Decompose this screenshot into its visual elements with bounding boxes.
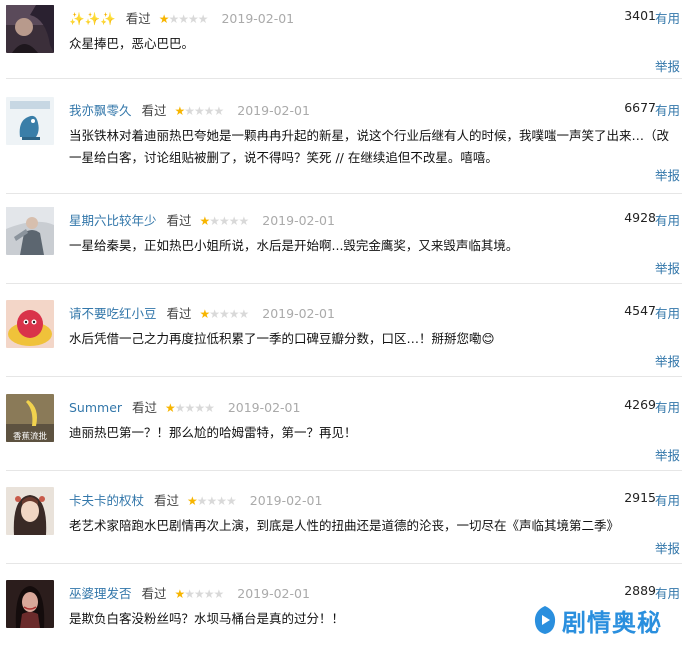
costume-figure-avatar [6, 207, 54, 255]
useful-count: 4547 [624, 303, 656, 318]
star-empty-icon: ★★★★ [209, 214, 249, 228]
illustrated-girl-avatar [6, 487, 54, 535]
star-filled-icon: ★ [174, 104, 186, 118]
rating-stars: ★★★★★ [165, 401, 215, 415]
username-link[interactable]: ✨✨✨ [69, 11, 116, 26]
star-filled-icon: ★ [199, 214, 211, 228]
report-button[interactable]: 举报 [655, 56, 680, 75]
report-button[interactable]: 举报 [655, 445, 680, 464]
review-date: 2019-02-01 [262, 306, 335, 321]
rating-stars: ★★★★★ [199, 214, 250, 228]
banana-photo-avatar: 香蕉流批 [6, 394, 54, 442]
username-link[interactable]: 请不要吃红小豆 [69, 306, 157, 321]
rating-stars: ★★★★★ [174, 104, 225, 118]
avatar-caption: 香蕉流批 [13, 431, 48, 442]
user-avatar[interactable] [6, 300, 54, 348]
watched-label: 看过 [166, 306, 192, 321]
rating-stars: ★★★★★ [158, 12, 209, 26]
divider [6, 470, 682, 471]
star-empty-icon: ★★★★ [168, 12, 208, 26]
user-avatar[interactable] [6, 487, 54, 535]
rating-stars: ★★★★★ [174, 587, 225, 601]
watched-label: 看过 [132, 400, 158, 415]
watched-label: 看过 [166, 213, 192, 228]
useful-count: 4269 [624, 397, 656, 412]
woman-portrait-avatar [6, 580, 54, 628]
review-date: 2019-02-01 [262, 213, 335, 228]
useful-button[interactable]: 有用 [655, 397, 680, 416]
star-empty-icon: ★★★★ [184, 587, 224, 601]
play-logo-icon [534, 606, 556, 634]
star-filled-icon: ★ [199, 307, 211, 321]
red-bean-cartoon-avatar [6, 300, 54, 348]
review-item: 请不要吃红小豆 看过 ★★★★★ 2019-02-01 4547 有用 水后凭借… [0, 295, 688, 371]
username-link[interactable]: 我亦飘零久 [69, 103, 132, 118]
useful-count: 2915 [624, 490, 656, 505]
star-filled-icon: ★ [158, 12, 170, 26]
useful-button[interactable]: 有用 [655, 490, 680, 509]
watched-label: 看过 [125, 11, 151, 26]
divider [6, 78, 682, 79]
user-avatar[interactable] [6, 97, 54, 145]
username-link[interactable]: 卡夫卡的权杖 [69, 493, 144, 508]
dark-portrait-avatar [6, 5, 54, 53]
rating-stars: ★★★★★ [187, 494, 237, 508]
divider [6, 563, 682, 564]
star-filled-icon: ★ [187, 494, 198, 508]
review-item: 星期六比较年少 看过 ★★★★★ 2019-02-01 4928 有用 一星给秦… [0, 202, 688, 278]
review-item: 我亦飘零久 看过 ★★★★★ 2019-02-01 6677 有用 当张铁林对着… [0, 92, 688, 188]
cartoon-dinosaur-avatar [6, 97, 54, 145]
review-date: 2019-02-01 [237, 586, 310, 601]
comment-text: 一星给秦昊，正如热巴小姐所说，水后是开始啊...毁完金鹰奖，又来毁声临其境。 [69, 238, 519, 253]
report-button[interactable]: 举报 [655, 165, 680, 184]
star-empty-icon: ★★★★ [196, 494, 237, 508]
divider [6, 193, 682, 194]
watermark: 剧情奥秘 [532, 603, 662, 637]
user-avatar[interactable] [6, 5, 54, 53]
review-item: 卡夫卡的权杖 看过 ★★★★★ 2019-02-01 2915 有用 老艺术家陪… [0, 482, 688, 558]
review-date: 2019-02-01 [227, 400, 301, 415]
report-button[interactable]: 举报 [655, 258, 680, 277]
useful-button[interactable]: 有用 [655, 583, 680, 602]
watched-label: 看过 [154, 493, 180, 508]
useful-count: 6677 [624, 100, 656, 115]
username-link[interactable]: Summer [69, 400, 122, 415]
useful-button[interactable]: 有用 [655, 100, 680, 119]
review-item: ✨✨✨ 看过 ★★★★★ 2019-02-01 3401 有用 众星捧巴，恶心巴… [0, 0, 688, 78]
username-link[interactable]: 星期六比较年少 [69, 213, 157, 228]
review-date: 2019-02-01 [221, 11, 295, 26]
comment-text: 迪丽热巴第一？！那么尬的哈姆雷特，第一？再见！ [69, 425, 357, 440]
star-empty-icon: ★★★★ [209, 307, 249, 321]
watched-label: 看过 [141, 103, 167, 118]
useful-button[interactable]: 有用 [655, 210, 680, 229]
star-filled-icon: ★ [174, 587, 186, 601]
review-date: 2019-02-01 [237, 103, 310, 118]
star-empty-icon: ★★★★ [174, 401, 215, 415]
user-avatar[interactable]: 香蕉流批 [6, 394, 54, 442]
comment-text: 水后凭借一己之力再度拉低积累了一季的口碑豆瓣分数，口区…！掰掰您嘞😊 [69, 331, 495, 346]
useful-count: 4928 [624, 210, 656, 225]
divider [6, 376, 682, 377]
rating-stars: ★★★★★ [199, 307, 250, 321]
comment-text: 当张铁林对着迪丽热巴夸她是一颗冉冉升起的新星，说这个行业后继有人的时候，我噗嗤一… [69, 128, 670, 165]
username-link[interactable]: 巫婆理发否 [69, 586, 132, 601]
watermark-text: 剧情奥秘 [562, 608, 662, 637]
useful-button[interactable]: 有用 [655, 8, 680, 27]
useful-count: 2889 [624, 583, 656, 598]
user-avatar[interactable] [6, 207, 54, 255]
useful-count: 3401 [624, 8, 656, 23]
star-filled-icon: ★ [165, 401, 176, 415]
comment-text: 众星捧巴，恶心巴巴。 [69, 36, 195, 51]
divider [6, 283, 682, 284]
watched-label: 看过 [141, 586, 167, 601]
review-item: 香蕉流批 Summer 看过 ★★★★★ 2019-02-01 4269 有用 … [0, 389, 688, 465]
user-avatar[interactable] [6, 580, 54, 628]
review-date: 2019-02-01 [249, 493, 323, 508]
report-button[interactable]: 举报 [655, 538, 680, 557]
useful-button[interactable]: 有用 [655, 303, 680, 322]
star-empty-icon: ★★★★ [184, 104, 224, 118]
comment-text: 老艺术家陪跑水巴剧情再次上演，到底是人性的扭曲还是道德的沦丧，一切尽在《声临其境… [69, 518, 620, 533]
report-button[interactable]: 举报 [655, 351, 680, 370]
